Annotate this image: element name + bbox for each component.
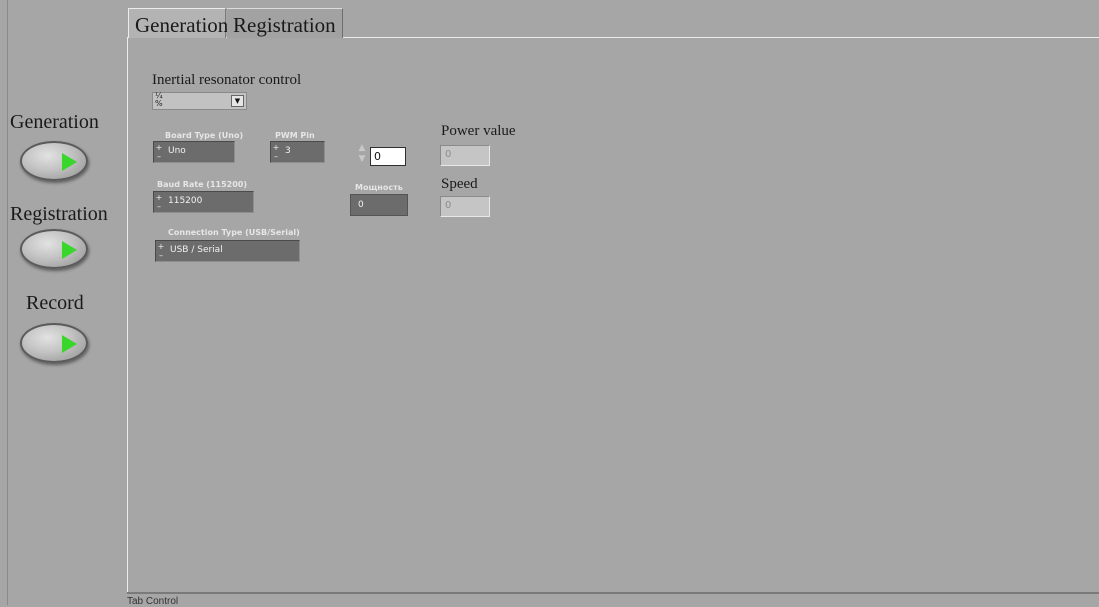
record-button-label: Record <box>26 292 84 314</box>
tab-registration[interactable]: Registration <box>227 8 343 38</box>
record-button[interactable] <box>20 323 88 363</box>
tab-panel-generation <box>127 37 1099 593</box>
connection-type-value: USB / Serial <box>170 245 223 255</box>
tab-panel-bottom-edge <box>127 592 1099 594</box>
speed-indicator: 0 <box>440 196 490 217</box>
board-type-label: Board Type (Uno) <box>165 131 244 140</box>
speed-label: Speed <box>441 176 478 192</box>
increment-decrement-icon[interactable]: + – <box>155 143 163 161</box>
numeric-control[interactable]: 0 <box>370 147 406 166</box>
increment-decrement-icon[interactable]: + – <box>157 242 165 260</box>
connection-type-ring[interactable]: + – USB / Serial <box>155 240 300 262</box>
connection-type-label: Connection Type (USB/Serial) <box>168 228 300 237</box>
tab-generation[interactable]: Generation <box>128 8 228 38</box>
tab-control-caption: Tab Control <box>127 596 179 607</box>
board-type-value: Uno <box>168 146 186 156</box>
inertial-resonator-ring[interactable]: ¼% ▼ <box>152 92 247 110</box>
play-icon <box>62 153 77 171</box>
generation-button-label: Generation <box>10 111 99 133</box>
play-icon <box>62 241 77 259</box>
pwm-pin-value: 3 <box>285 146 291 156</box>
left-divider <box>7 0 8 605</box>
pwm-pin-label: PWM Pin <box>275 131 315 140</box>
pwm-pin-ring[interactable]: + – 3 <box>270 141 325 163</box>
power-indicator-label: Мощность <box>355 183 403 192</box>
registration-button-label: Registration <box>10 203 108 225</box>
power-indicator: 0 <box>350 194 408 216</box>
ring-increment-icon: ¼% <box>155 91 163 108</box>
dropdown-arrow-icon[interactable]: ▼ <box>231 95 244 107</box>
increment-decrement-icon[interactable]: + – <box>155 193 163 211</box>
power-value-label: Power value <box>441 123 516 139</box>
baud-rate-value: 115200 <box>168 196 203 206</box>
power-value-indicator: 0 <box>440 145 490 166</box>
increment-decrement-icon[interactable]: + – <box>272 143 280 161</box>
registration-button[interactable] <box>20 229 88 269</box>
board-type-ring[interactable]: + – Uno <box>153 141 235 163</box>
inertial-resonator-label: Inertial resonator control <box>152 72 302 88</box>
power-indicator-value: 0 <box>358 200 364 210</box>
baud-rate-ring[interactable]: + – 115200 <box>153 191 254 213</box>
numeric-increment-icon[interactable]: ▲ ▼ <box>356 143 368 167</box>
baud-rate-label: Baud Rate (115200) <box>157 180 248 189</box>
generation-button[interactable] <box>20 141 88 181</box>
play-icon <box>62 335 77 353</box>
